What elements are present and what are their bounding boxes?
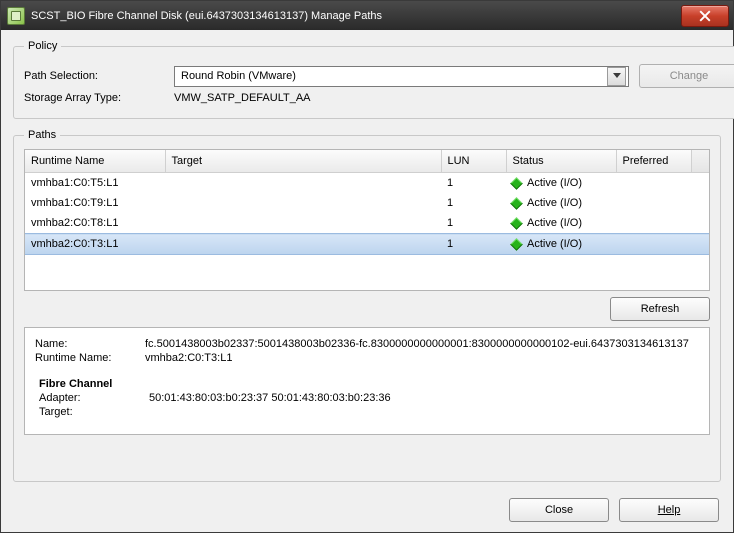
close-button[interactable]: Close (509, 498, 609, 522)
table-row[interactable]: vmhba1:C0:T5:L1 1Active (I/O) (25, 173, 709, 194)
detail-adapter-label: Adapter: (39, 392, 149, 404)
detail-runtime-name-label: Runtime Name: (35, 352, 145, 364)
app-icon (7, 7, 25, 25)
cell-target (165, 193, 441, 213)
chevron-down-icon (607, 67, 626, 86)
paths-table-container: Runtime Name Target LUN Status Preferred… (24, 149, 710, 291)
cell-runtime-name: vmhba1:C0:T9:L1 (25, 193, 165, 213)
cell-preferred (616, 173, 691, 194)
detail-runtime-name-value: vmhba2:C0:T3:L1 (145, 352, 232, 364)
window-title: SCST_BIO Fibre Channel Disk (eui.6437303… (31, 10, 681, 22)
cell-status: Active (I/O) (506, 173, 616, 194)
col-target[interactable]: Target (165, 150, 441, 173)
manage-paths-dialog: SCST_BIO Fibre Channel Disk (eui.6437303… (0, 0, 734, 533)
table-row[interactable]: vmhba2:C0:T3:L1 1Active (I/O) (25, 234, 709, 255)
status-diamond-icon (510, 197, 523, 210)
policy-legend: Policy (24, 40, 61, 52)
col-lun[interactable]: LUN (441, 150, 506, 173)
cell-status: Active (I/O) (506, 193, 616, 213)
table-row[interactable]: vmhba2:C0:T8:L1 1Active (I/O) (25, 213, 709, 234)
path-selection-label: Path Selection: (24, 70, 174, 82)
client-area: Policy Path Selection: Round Robin (VMwa… (1, 30, 733, 532)
change-button: Change (639, 64, 734, 88)
paths-legend: Paths (24, 129, 60, 141)
dialog-footer: Close Help (13, 490, 721, 522)
col-spacer (691, 150, 709, 173)
detail-adapter-value: 50:01:43:80:03:b0:23:37 50:01:43:80:03:b… (149, 392, 391, 404)
help-button[interactable]: Help (619, 498, 719, 522)
storage-array-type-label: Storage Array Type: (24, 92, 174, 104)
cell-target (165, 234, 441, 255)
col-preferred[interactable]: Preferred (616, 150, 691, 173)
cell-status: Active (I/O) (506, 213, 616, 234)
cell-status: Active (I/O) (506, 234, 616, 255)
storage-array-type-value: VMW_SATP_DEFAULT_AA (174, 92, 311, 104)
path-selection-value: Round Robin (VMware) (181, 70, 296, 82)
paths-table: Runtime Name Target LUN Status Preferred… (25, 150, 709, 255)
titlebar[interactable]: SCST_BIO Fibre Channel Disk (eui.6437303… (1, 1, 733, 30)
path-selection-dropdown[interactable]: Round Robin (VMware) (174, 66, 629, 87)
status-diamond-icon (510, 217, 523, 230)
cell-target (165, 173, 441, 194)
cell-preferred (616, 234, 691, 255)
policy-group: Policy Path Selection: Round Robin (VMwa… (13, 40, 734, 119)
close-icon (699, 10, 711, 22)
col-status[interactable]: Status (506, 150, 616, 173)
cell-runtime-name: vmhba1:C0:T5:L1 (25, 173, 165, 194)
fibre-channel-heading: Fibre Channel (39, 378, 699, 390)
cell-lun: 1 (441, 234, 506, 255)
detail-target-label: Target: (39, 406, 149, 418)
cell-runtime-name: vmhba2:C0:T8:L1 (25, 213, 165, 234)
cell-target (165, 213, 441, 234)
cell-lun: 1 (441, 193, 506, 213)
path-details-panel: Name: fc.5001438003b02337:5001438003b023… (24, 327, 710, 435)
cell-preferred (616, 213, 691, 234)
cell-lun: 1 (441, 173, 506, 194)
cell-preferred (616, 193, 691, 213)
table-row[interactable]: vmhba1:C0:T9:L1 1Active (I/O) (25, 193, 709, 213)
cell-lun: 1 (441, 213, 506, 234)
cell-runtime-name: vmhba2:C0:T3:L1 (25, 234, 165, 255)
col-runtime-name[interactable]: Runtime Name (25, 150, 165, 173)
detail-name-label: Name: (35, 338, 145, 350)
table-header-row: Runtime Name Target LUN Status Preferred (25, 150, 709, 173)
window-close-button[interactable] (681, 5, 729, 27)
status-diamond-icon (510, 177, 523, 190)
paths-group: Paths Runtime Name Target (13, 129, 721, 482)
detail-name-value: fc.5001438003b02337:5001438003b02336-fc.… (145, 338, 689, 350)
status-diamond-icon (510, 238, 523, 251)
refresh-button[interactable]: Refresh (610, 297, 710, 321)
